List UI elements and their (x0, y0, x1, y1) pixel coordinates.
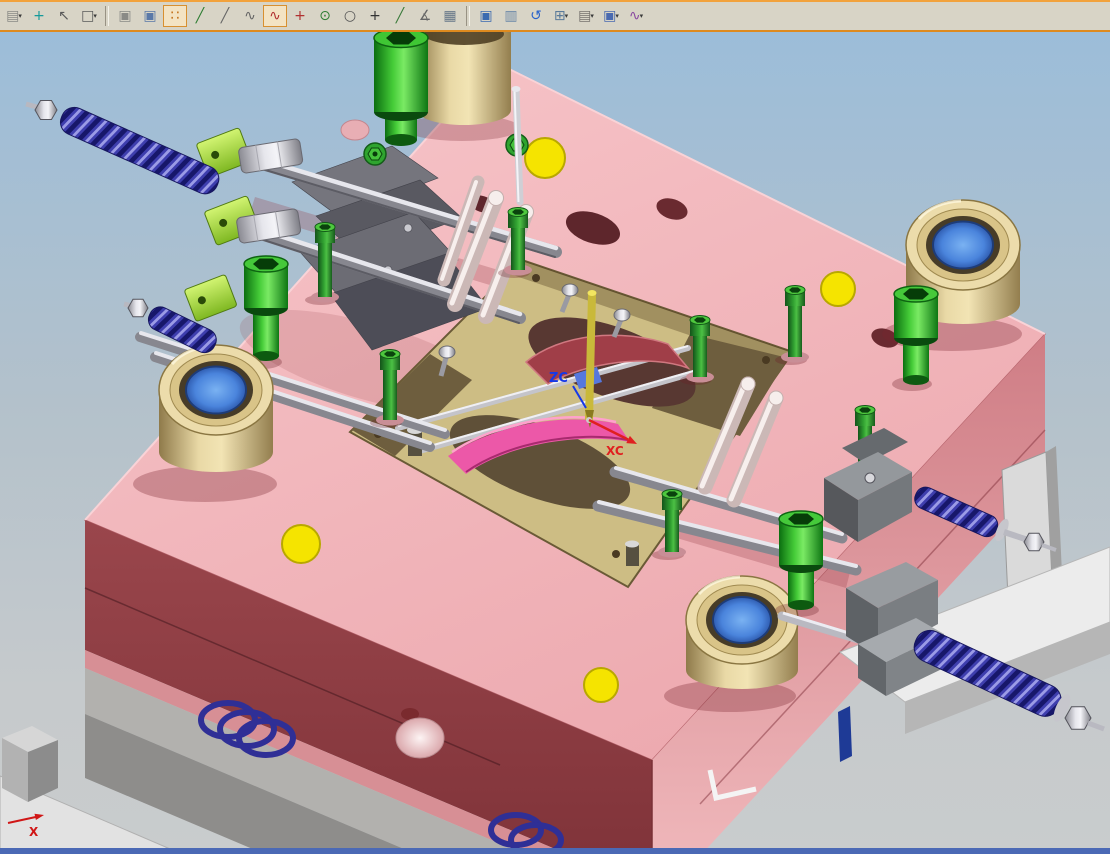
image-icon[interactable]: ▥ (499, 5, 523, 27)
tool-icon: ╱ (195, 8, 205, 24)
grid-icon[interactable]: ⊞ ▾ (549, 5, 573, 27)
chevron-down-icon: ▾ (639, 12, 644, 20)
spreadsheet-icon[interactable]: ▦ (438, 5, 462, 27)
tool-icon: + (294, 8, 306, 24)
point-set-icon[interactable]: ∷ (163, 5, 187, 27)
chevron-down-icon: ▾ (564, 12, 569, 20)
tool-icon: ╱ (220, 8, 230, 24)
cube-icon[interactable]: ▣ ▾ (599, 5, 623, 27)
tool-icon: ▤ (578, 8, 592, 24)
rect-select-icon[interactable]: □ ▾ (77, 5, 101, 27)
selection-filter-icon[interactable]: ▤ ▾ (2, 5, 26, 27)
hex-nut (34, 100, 58, 120)
tool-icon: ○ (343, 8, 357, 24)
toolbar-separator (105, 6, 109, 26)
arc-icon[interactable]: ∿ (238, 5, 262, 27)
tool-icon: ∿ (244, 8, 256, 24)
chevron-down-icon: ▾ (590, 12, 594, 20)
tool-icon: ▦ (443, 8, 457, 24)
tool-icon: ▤ (6, 8, 20, 24)
left-clamp-cube[interactable] (2, 726, 58, 802)
tool-icon: ↖ (58, 8, 70, 24)
locating-dome (395, 717, 445, 759)
toolbar: ▤ ▾ + ↖ □ ▾ ▣ ▣ ∷ ╱ ╱ ∿ ∿ + ⊙ ○ + ╱ ∡ ▦ … (0, 0, 1110, 32)
cross-icon[interactable]: + (363, 5, 387, 27)
chevron-down-icon: ▾ (615, 12, 619, 20)
curve-tool-icon[interactable]: ∿ ▾ (624, 5, 648, 27)
tool-icon: ∿ (269, 8, 281, 24)
line-thin-icon[interactable]: ╱ (388, 5, 412, 27)
tool-icon: ▣ (118, 8, 132, 24)
pan-icon[interactable]: + (27, 5, 51, 27)
tool-icon: ▣ (143, 8, 157, 24)
tool-icon: + (33, 8, 45, 24)
line-green-icon[interactable]: ╱ (188, 5, 212, 27)
tool-icon: □ (81, 8, 95, 24)
tool-icon: ∷ (170, 8, 180, 24)
chevron-down-icon: ▾ (18, 12, 22, 20)
axis-label-x: X (29, 825, 39, 839)
view-capture-icon[interactable]: ▣ (474, 5, 498, 27)
block-icon[interactable]: ▣ (138, 5, 162, 27)
tool-icon: ▣ (603, 8, 617, 24)
refresh-icon[interactable]: ↺ (524, 5, 548, 27)
extrude-icon[interactable]: ▣ (113, 5, 137, 27)
chevron-down-icon: ▾ (93, 12, 97, 20)
circle-point-icon[interactable]: ⊙ (313, 5, 337, 27)
3d-scene[interactable]: ZC XC X (0, 32, 1110, 854)
axis-label-zc[interactable]: ZC (549, 371, 568, 386)
tool-icon: ⊙ (319, 8, 331, 24)
select-arrow-icon[interactable]: ↖ (52, 5, 76, 27)
bottom-strip (0, 848, 1110, 854)
tool-icon: ↺ (530, 8, 542, 24)
tool-icon: ╱ (395, 8, 405, 24)
layers-icon[interactable]: ▤ ▾ (574, 5, 598, 27)
toolbar-separator (466, 6, 470, 26)
tool-icon: + (369, 8, 381, 24)
tool-icon: ▥ (504, 8, 518, 24)
tool-icon: ∡ (418, 8, 432, 24)
graphics-window[interactable]: ZC XC X (0, 32, 1110, 854)
hex-nut (1023, 532, 1045, 552)
wear-plate (838, 706, 852, 762)
spline-icon[interactable]: ∿ (263, 5, 287, 27)
line-gray-icon[interactable]: ╱ (213, 5, 237, 27)
top-boss-cylinder[interactable] (417, 32, 511, 125)
circle-icon[interactable]: ○ (338, 5, 362, 27)
hex-nut (127, 298, 149, 318)
tool-icon: ▣ (479, 8, 493, 24)
point-icon[interactable]: + (288, 5, 312, 27)
axis-label-xc[interactable]: XC (606, 444, 624, 458)
measure-angle-icon[interactable]: ∡ (413, 5, 437, 27)
